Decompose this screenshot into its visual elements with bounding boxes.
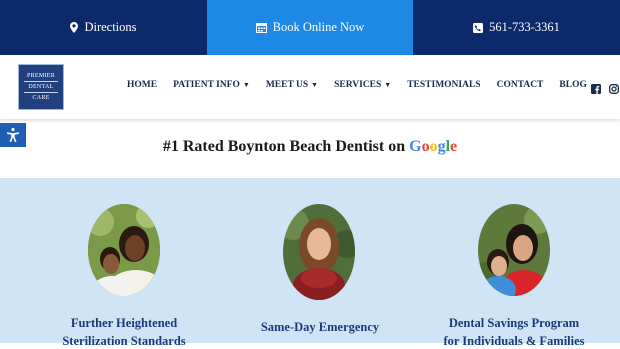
feature-title-line: for Individuals & Families <box>443 334 585 348</box>
phone-link[interactable]: 561-733-3361 <box>413 0 620 55</box>
google-wordmark: Google <box>409 138 457 155</box>
book-online-button[interactable]: Book Online Now <box>207 0 413 55</box>
logo-line-2: DENTAL <box>28 84 54 90</box>
premier-dental-care-logo[interactable]: PREMIER DENTAL CARE <box>18 64 64 110</box>
nav-item-home[interactable]: HOME <box>127 80 157 90</box>
nav-item-blog[interactable]: BLOG <box>559 80 586 90</box>
google-letter: o <box>429 138 438 155</box>
features-section: Further Heightened Sterilization Standar… <box>0 178 620 348</box>
feature-title-savings[interactable]: Dental Savings Program for Individuals &… <box>390 316 620 349</box>
map-pin-icon <box>70 22 79 33</box>
nav-patient-info-label: PATIENT INFO <box>173 80 240 90</box>
nav-item-contact[interactable]: CONTACT <box>497 80 544 90</box>
nav-blog-label: BLOG <box>559 80 587 90</box>
directions-link[interactable]: Directions <box>0 0 207 55</box>
feature-photo-woman-scarf <box>283 204 355 300</box>
chevron-down-icon: ▼ <box>242 81 250 89</box>
feature-photo-mother-daughter <box>478 204 550 296</box>
nav-menu: HOME PATIENT INFO ▼ MEET US ▼ SERVICES ▼ TE… <box>127 80 587 90</box>
directions-label: Directions <box>84 20 137 34</box>
google-letter: o <box>421 138 430 155</box>
top-bar: Directions Book Online Now 561-733-3361 <box>0 0 620 55</box>
google-letter: e <box>450 138 458 155</box>
nav-services-label: SERVICES <box>334 80 382 90</box>
nav-meet-us-label: MEET US <box>265 80 309 90</box>
nav-item-testimonials[interactable]: TESTIMONIALS <box>407 80 480 90</box>
logo-line-3: CARE <box>32 95 50 101</box>
nav-contact-label: CONTACT <box>496 80 544 90</box>
book-online-label: Book Online Now <box>272 20 365 34</box>
logo-line-1: PREMIER <box>26 73 56 79</box>
logo-divider <box>24 81 58 82</box>
instagram-icon[interactable] <box>609 81 619 94</box>
main-navigation: PREMIER DENTAL CARE HOME PATIENT INFO ▼ M… <box>0 55 620 119</box>
calendar-icon <box>255 22 267 33</box>
nav-testimonials-label: TESTIMONIALS <box>407 80 481 90</box>
google-letter: G <box>409 138 422 155</box>
rated-headline-text: #1 Rated Boynton Beach Dentist on <box>162 138 406 155</box>
chevron-down-icon: ▼ <box>384 81 392 89</box>
feature-title-line: Sterilization Standards <box>62 334 186 348</box>
nav-item-meet-us[interactable]: MEET US ▼ <box>266 80 318 90</box>
nav-item-patient-info[interactable]: PATIENT INFO ▼ <box>173 80 250 90</box>
nav-home-label: HOME <box>127 80 158 90</box>
facebook-icon[interactable] <box>591 81 601 94</box>
google-letter: g <box>437 138 446 155</box>
chevron-down-icon: ▼ <box>311 81 319 89</box>
logo-divider <box>24 92 58 93</box>
feature-title-line: Dental Savings Program <box>448 316 580 330</box>
feature-photo-mother-child <box>88 204 160 296</box>
rated-headline: #1 Rated Boynton Beach Dentist on Google <box>0 138 620 156</box>
phone-icon <box>473 22 484 33</box>
phone-label: 561-733-3361 <box>489 20 560 34</box>
nav-item-services[interactable]: SERVICES ▼ <box>334 80 391 90</box>
